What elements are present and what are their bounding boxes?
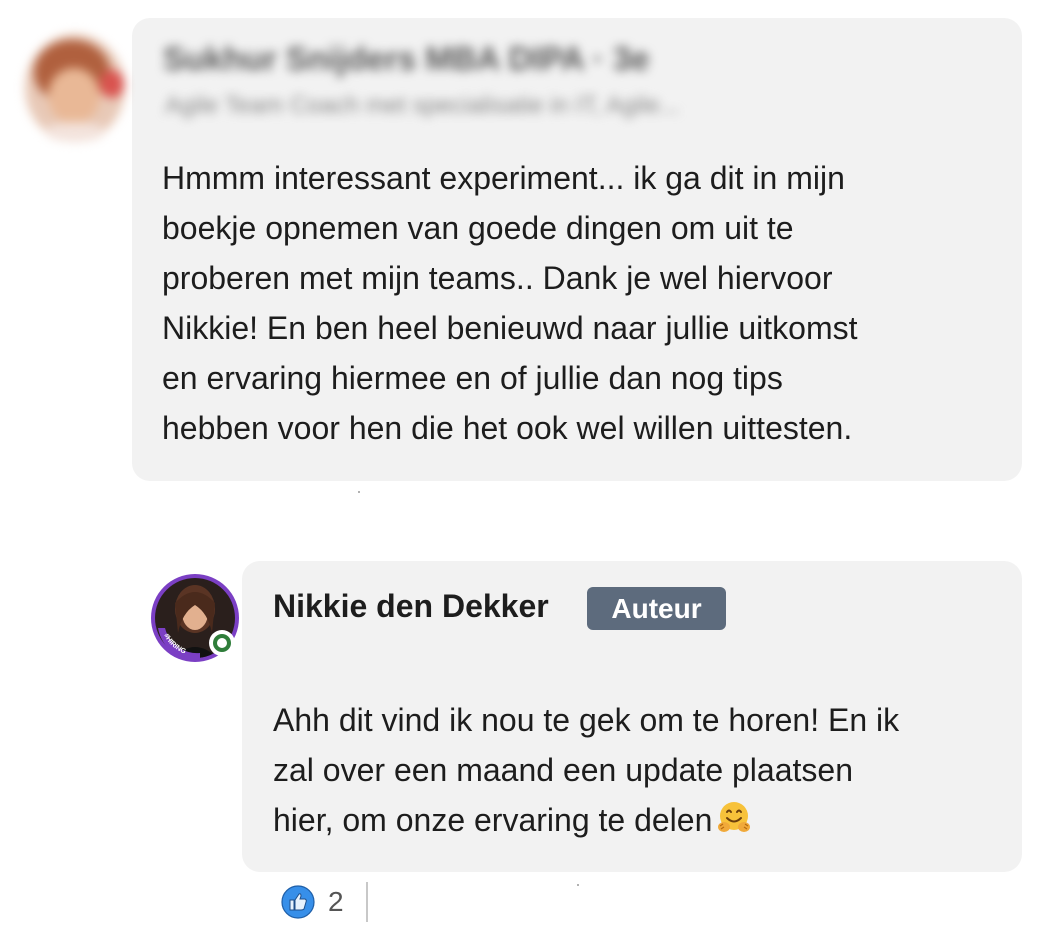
reaction-count[interactable]: 2	[328, 886, 344, 918]
comment-line: Nikkie! En ben heel benieuwd naar jullie…	[162, 310, 858, 346]
hugging-face-icon	[718, 802, 751, 832]
separator-dot	[358, 491, 360, 493]
comment-body: Hmmm interessant experiment... ik ga dit…	[162, 153, 858, 453]
reply-author-name[interactable]: Nikkie den Dekker	[273, 588, 549, 625]
commenter-avatar[interactable]	[22, 24, 128, 144]
reaction-divider	[366, 882, 368, 922]
reply-line: zal over een maand een update plaatsen	[273, 752, 853, 788]
like-icon[interactable]	[281, 885, 315, 919]
comment-line: hebben voor hen die het ook wel willen u…	[162, 410, 853, 446]
separator-dot	[577, 884, 579, 886]
comment-line: Hmmm interessant experiment... ik ga dit…	[162, 160, 845, 196]
comment-line: en ervaring hiermee en of jullie dan nog…	[162, 360, 783, 396]
comment-line: boekje opnemen van goede dingen om uit t…	[162, 210, 794, 246]
commenter-name[interactable]: Sukhur Snijders MBA DIPA · 3e	[163, 40, 650, 78]
reply-body: Ahh dit vind ik nou te gek om te horen! …	[273, 695, 899, 845]
commenter-headline: Agile Team Coach met specialisatie in IT…	[165, 92, 680, 119]
reply-line: Ahh dit vind ik nou te gek om te horen! …	[273, 702, 900, 738]
author-badge: Auteur	[587, 587, 726, 630]
comment-line: proberen met mijn teams.. Dank je wel hi…	[162, 260, 833, 296]
reply-line: hier, om onze ervaring te delen	[273, 802, 713, 838]
online-status-icon	[209, 630, 235, 656]
reply-line-with-emoji: hier, om onze ervaring te delen	[273, 795, 899, 845]
